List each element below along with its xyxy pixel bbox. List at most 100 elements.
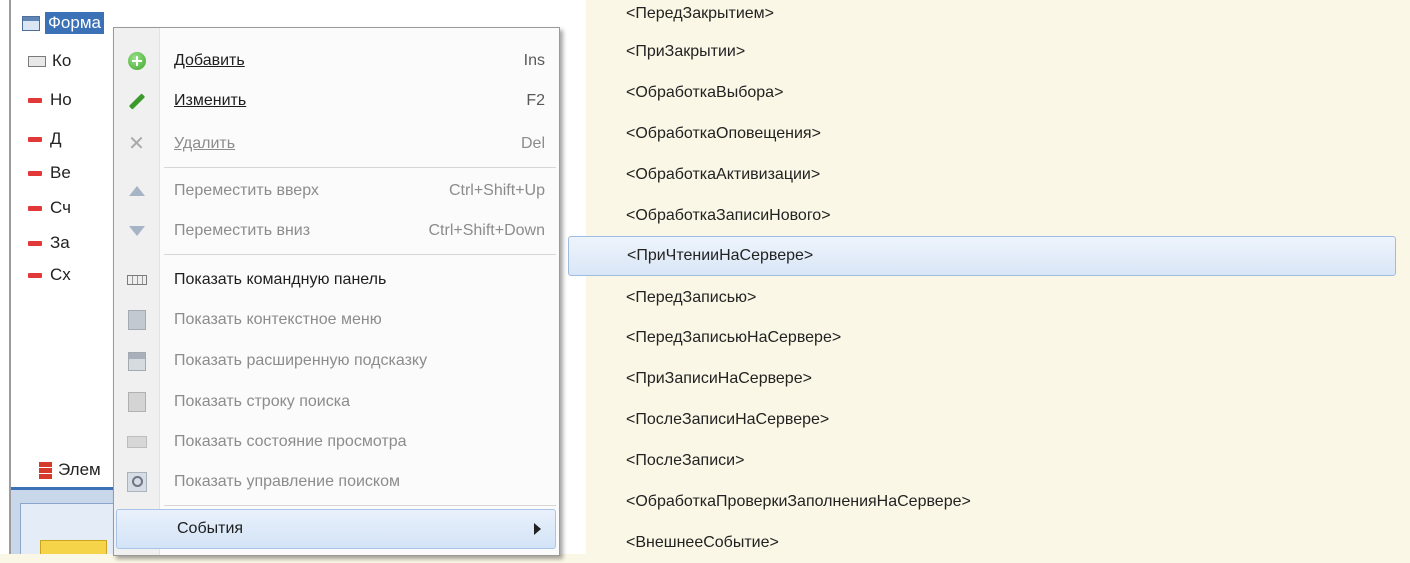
menu-item-label: Показать контекстное меню	[174, 311, 382, 328]
event-item[interactable]: <ОбработкаЗаписиНового>	[609, 196, 1399, 236]
elements-icon	[39, 461, 52, 479]
tree-item-label: Сх	[50, 265, 71, 284]
event-label: <ПриЧтенииНаСервере>	[627, 247, 814, 264]
form-icon	[22, 15, 40, 31]
field-icon	[28, 240, 42, 246]
menu-item-edit[interactable]: Изменить F2	[114, 82, 559, 120]
tree-item-command-panel[interactable]: Ко	[28, 48, 71, 74]
context-menu-icon	[127, 310, 146, 330]
event-label: <ПослеЗаписиНаСервере>	[626, 411, 830, 428]
menu-item-events[interactable]: События	[116, 509, 556, 549]
event-label: <ПередЗаписьюНаСервере>	[626, 329, 842, 346]
menu-item-label: Удалить	[174, 135, 236, 152]
event-item[interactable]: <ПередЗакрытием>	[609, 0, 1399, 34]
search-control-icon	[126, 472, 147, 492]
form-preview-element	[40, 540, 107, 554]
event-label: <ПриЗакрытии>	[626, 43, 746, 60]
menu-item-move-up[interactable]: Переместить вверх Ctrl+Shift+Up	[114, 172, 559, 210]
menu-item-shortcut: Ctrl+Shift+Up	[448, 182, 545, 199]
search-line-icon	[127, 392, 146, 412]
field-icon	[28, 97, 42, 103]
context-menu: Добавить Ins Изменить F2 ✕ Удалить Del П…	[113, 27, 560, 556]
event-item[interactable]: <ПослеЗаписиНаСервере>	[609, 400, 1399, 440]
events-list: <ПередЗакрытием> <ПриЗакрытии> <Обработк…	[568, 0, 1410, 554]
event-label: <ПослеЗаписи>	[626, 452, 745, 469]
menu-item-show-view-state[interactable]: Показать состояние просмотра	[114, 423, 559, 461]
tree-item[interactable]: За	[28, 230, 70, 256]
event-item[interactable]: <ПриЗаписиНаСервере>	[609, 359, 1399, 399]
event-item-highlighted[interactable]: <ПриЧтенииНаСервере>	[568, 236, 1396, 276]
menu-item-shortcut: F2	[526, 92, 545, 109]
event-label: <ОбработкаВыбора>	[626, 84, 784, 101]
menu-item-label: Показать командную панель	[174, 271, 387, 288]
event-item[interactable]: <ПриЗакрытии>	[609, 32, 1399, 72]
submenu-arrow-icon	[534, 523, 541, 535]
event-item[interactable]: <ПередЗаписью>	[609, 278, 1399, 318]
elements-tab[interactable]: Элем	[11, 455, 121, 485]
tree-item-label: Д	[50, 129, 62, 148]
menu-item-label: Показать строку поиска	[174, 393, 350, 410]
menu-item-label: Показать расширенную подсказку	[174, 352, 428, 369]
event-label: <ВнешнееСобытие>	[626, 534, 779, 551]
edit-icon	[128, 92, 145, 110]
menu-item-show-search-line[interactable]: Показать строку поиска	[114, 383, 559, 421]
event-label: <ОбработкаЗаписиНового>	[626, 207, 831, 224]
view-state-icon	[126, 436, 147, 448]
menu-item-label: События	[177, 520, 244, 537]
menu-separator	[164, 167, 556, 168]
event-item[interactable]: <ОбработкаВыбора>	[609, 73, 1399, 113]
tree-item-label: За	[50, 233, 70, 252]
menu-item-label: Добавить	[174, 52, 245, 69]
event-label: <ПередЗаписью>	[626, 289, 757, 306]
delete-icon: ✕	[128, 133, 145, 155]
event-label: <ПередЗакрытием>	[626, 5, 774, 22]
elements-tab-label: Элем	[58, 460, 101, 479]
field-icon	[28, 205, 42, 211]
event-label: <ПриЗаписиНаСервере>	[626, 370, 812, 387]
field-icon	[28, 170, 42, 176]
tree-item[interactable]: Сч	[28, 195, 71, 221]
event-item[interactable]: <ОбработкаАктивизации>	[609, 155, 1399, 195]
event-label: <ОбработкаАктивизации>	[626, 166, 821, 183]
menu-item-add[interactable]: Добавить Ins	[114, 42, 559, 80]
tree-item[interactable]: Д	[28, 126, 62, 152]
menu-separator	[164, 505, 556, 506]
field-icon	[28, 272, 42, 278]
menu-item-shortcut: Ctrl+Shift+Down	[428, 222, 546, 239]
tree-item[interactable]: Ве	[28, 160, 71, 186]
event-item[interactable]: <ПередЗаписьюНаСервере>	[609, 318, 1399, 358]
tree-item-label: Форма	[45, 12, 104, 34]
tree-item[interactable]: Сх	[28, 262, 71, 288]
event-label: <ОбработкаОповещения>	[626, 125, 821, 142]
tree-item-form[interactable]: Форма	[22, 10, 104, 36]
menu-item-shortcut: Del	[520, 135, 545, 152]
add-icon	[127, 52, 146, 70]
extended-tooltip-icon	[127, 351, 146, 371]
menu-item-delete[interactable]: ✕ Удалить Del	[114, 125, 559, 163]
menu-item-show-search-control[interactable]: Показать управление поиском	[114, 463, 559, 501]
event-item[interactable]: <ПослеЗаписи>	[609, 441, 1399, 481]
menu-item-show-extended-tooltip[interactable]: Показать расширенную подсказку	[114, 342, 559, 380]
menu-item-label: Изменить	[174, 92, 247, 109]
menu-item-move-down[interactable]: Переместить вниз Ctrl+Shift+Down	[114, 212, 559, 250]
event-label: <ОбработкаПроверкиЗаполненияНаСервере>	[626, 493, 971, 510]
tree-item-label: Сч	[50, 198, 71, 217]
menu-item-label: Переместить вниз	[174, 222, 311, 239]
tree-item[interactable]: Но	[28, 87, 72, 113]
menu-item-label: Показать состояние просмотра	[174, 433, 407, 450]
event-item[interactable]: <ВнешнееСобытие>	[609, 523, 1399, 563]
menu-item-show-context-menu[interactable]: Показать контекстное меню	[114, 301, 559, 339]
menu-item-label: Переместить вверх	[174, 182, 319, 199]
field-icon	[28, 136, 42, 142]
tree-item-label: Но	[50, 90, 72, 109]
move-up-icon	[128, 186, 145, 196]
move-down-icon	[128, 226, 145, 236]
menu-separator	[164, 254, 556, 255]
menu-item-shortcut: Ins	[523, 52, 545, 69]
event-item[interactable]: <ОбработкаПроверкиЗаполненияНаСервере>	[609, 482, 1399, 522]
menu-item-show-command-panel[interactable]: Показать командную панель	[114, 261, 559, 299]
event-item[interactable]: <ОбработкаОповещения>	[609, 114, 1399, 154]
menu-item-label: Показать управление поиском	[174, 473, 400, 490]
tree-item-label: Ве	[50, 163, 71, 182]
command-panel-icon	[28, 55, 46, 67]
